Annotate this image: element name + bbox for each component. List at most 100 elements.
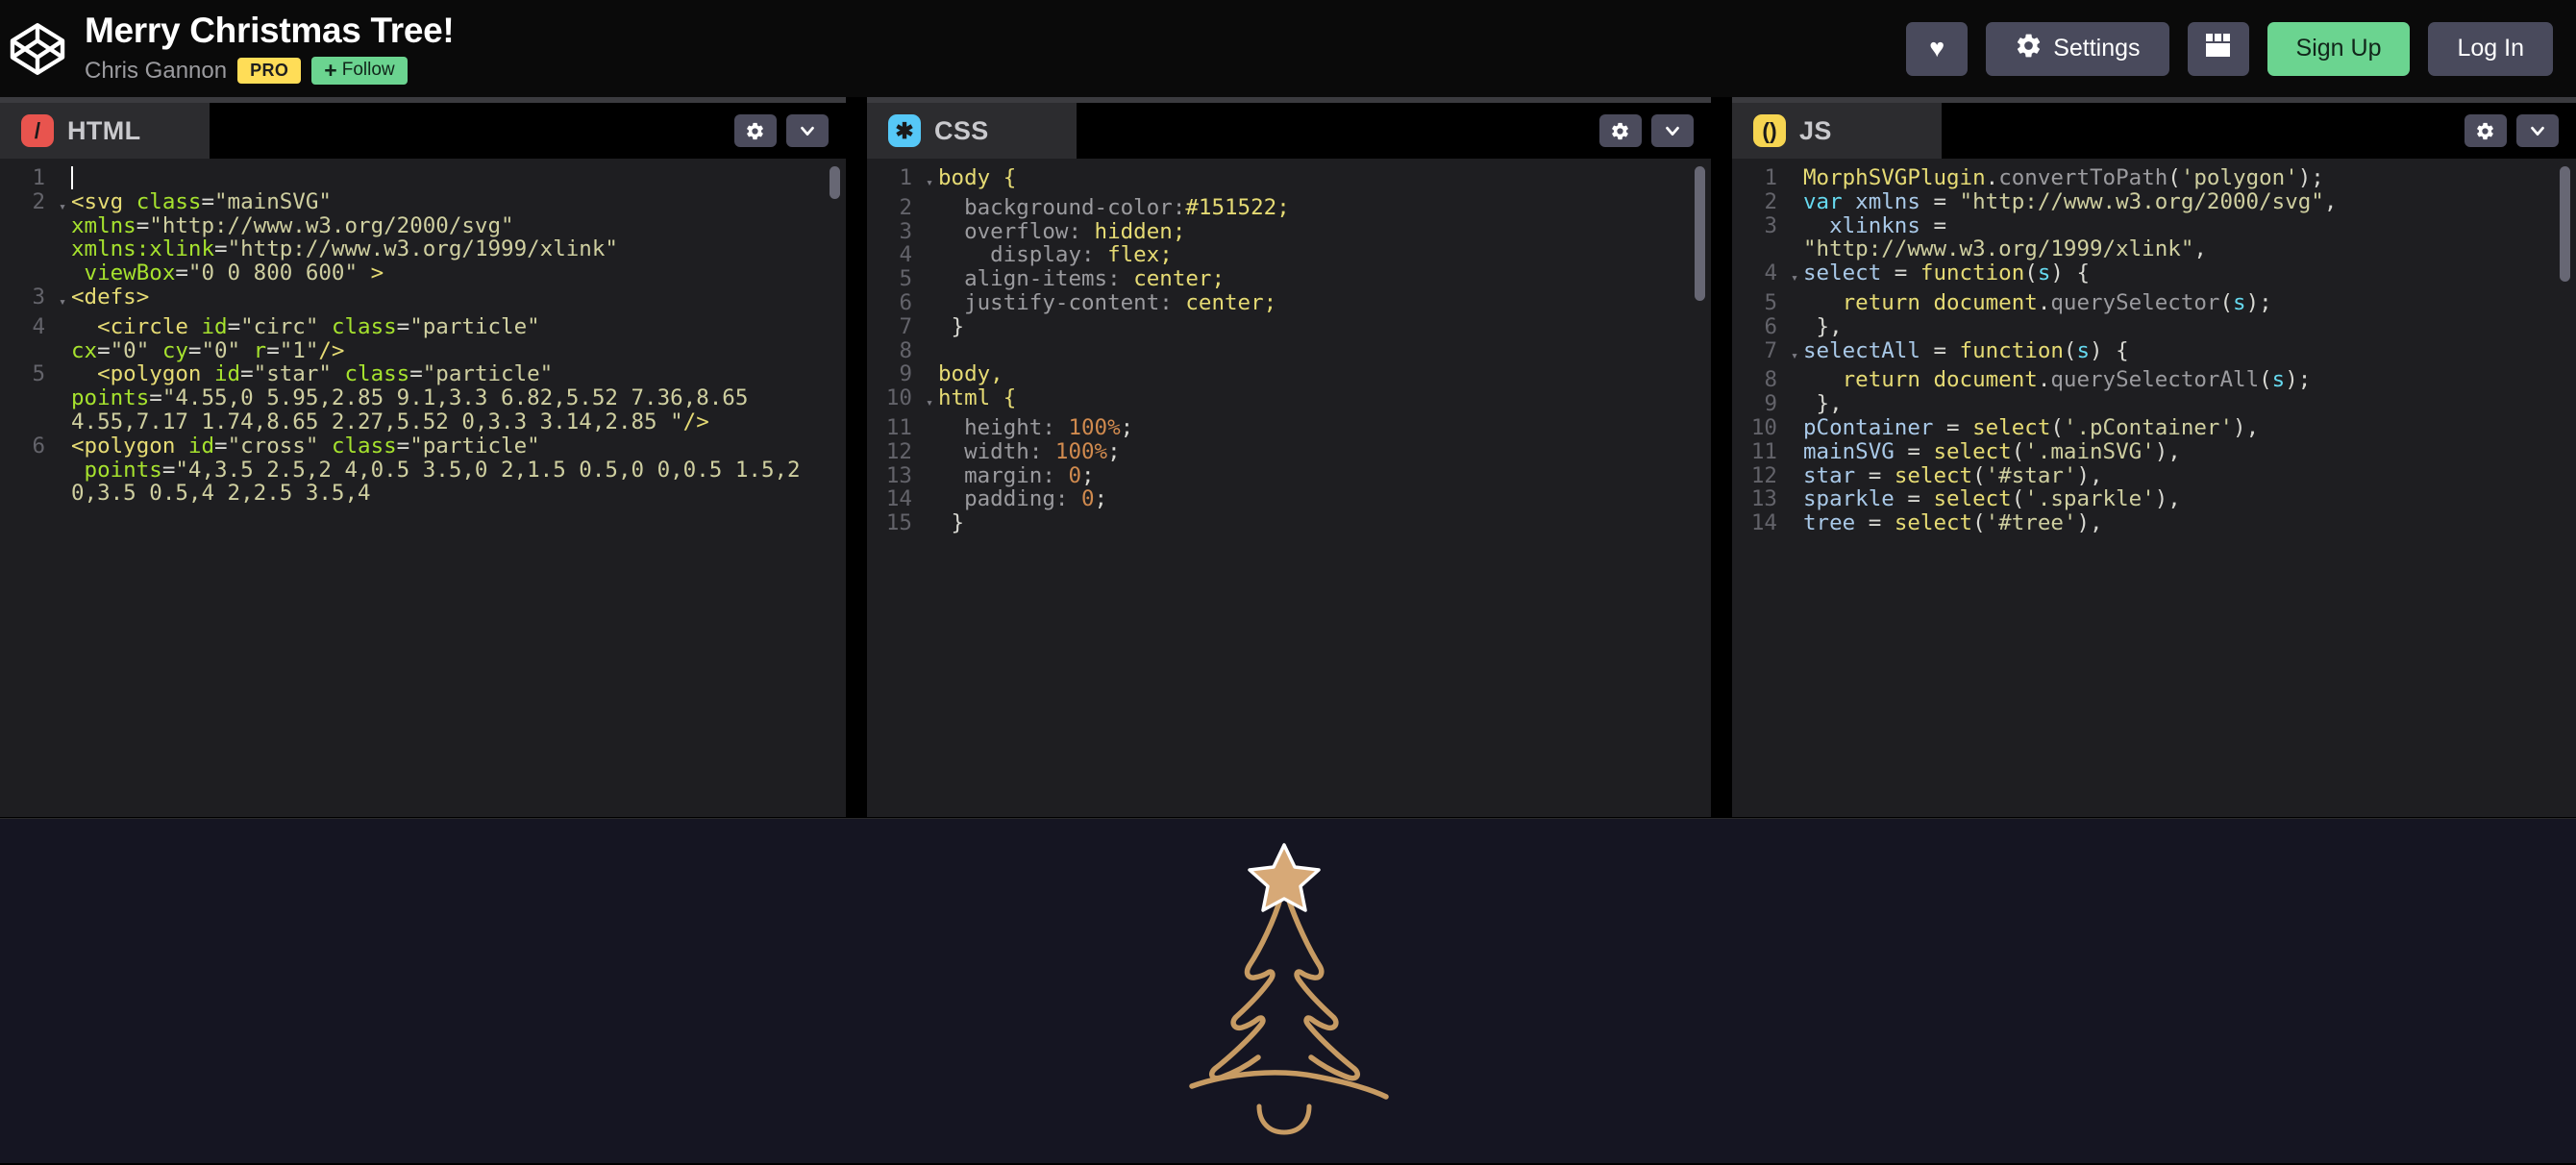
code-line: 6 justify-content: center; [867, 291, 1711, 315]
token: : [1042, 462, 1069, 488]
code-line: 3 overflow: hidden; [867, 218, 1711, 244]
line-number: 11 [885, 414, 912, 440]
line-number: 7 [1764, 337, 1777, 363]
token: hidden; [1094, 218, 1186, 244]
code-text: display: flex; [938, 243, 1711, 267]
token: document [1920, 367, 2038, 393]
tab-js[interactable]: () JS [1731, 103, 1942, 159]
code-line: 7 ▾ selectAll = function(s) { [1732, 337, 2576, 369]
code-text: MorphSVGPlugin.convertToPath('polygon'); [1803, 166, 2576, 190]
follow-button[interactable]: + Follow [311, 57, 408, 85]
love-button[interactable]: ♥ [1906, 21, 1969, 76]
author-link[interactable]: Chris Gannon [85, 59, 227, 83]
css-collapse-button[interactable] [1650, 114, 1694, 147]
fold-toggle-icon [921, 511, 938, 535]
token: = [136, 212, 150, 238]
code-text: selectAll = function(s) { [1803, 337, 2576, 369]
code-line: 9 body, [867, 362, 1711, 386]
token: "http://www.w3.org/2000/svg" [1959, 188, 2324, 214]
code-line: 11 height: 100%; [867, 416, 1711, 440]
fold-toggle-icon [1786, 416, 1803, 440]
fold-toggle-icon[interactable]: ▾ [921, 386, 938, 416]
token: 100% [1054, 438, 1108, 464]
token: ( [2167, 165, 2181, 190]
token: = [1920, 188, 1960, 214]
code-text: pContainer = select('.pContainer'), [1803, 416, 2576, 440]
title-block: Merry Christmas Tree! Chris Gannon PRO +… [85, 12, 455, 85]
token: = [396, 433, 410, 459]
christmas-tree-illustration [1134, 829, 1442, 1160]
settings-button[interactable]: Settings [1986, 21, 2169, 76]
token: > [358, 260, 384, 286]
html-settings-button[interactable] [733, 114, 777, 147]
editor-pane-html: / HTML 1 2 ▾ <svg class="mainSVG" xmlns="ht… [0, 97, 846, 817]
scrollbar-js[interactable] [2559, 166, 2570, 282]
line-number: 10 [1750, 414, 1777, 440]
line-number: 2 [899, 194, 912, 220]
code-text [71, 166, 846, 190]
token: : [1068, 218, 1095, 244]
code-line: 1 [0, 166, 846, 190]
code-text: } [938, 314, 1711, 339]
html-collapse-button[interactable] [785, 114, 829, 147]
fold-toggle-icon[interactable]: ▾ [54, 190, 71, 285]
fold-toggle-icon[interactable]: ▾ [921, 166, 938, 196]
fold-toggle-icon[interactable]: ▾ [54, 285, 71, 315]
token: '#star' [1985, 462, 2077, 488]
token: ) { [2090, 337, 2129, 363]
token: padding [964, 486, 1055, 512]
token: s [2271, 367, 2286, 393]
fold-toggle-icon [1786, 315, 1803, 339]
codepen-logo-icon[interactable] [8, 19, 67, 79]
code-text: return document.querySelectorAll(s); [1803, 368, 2576, 392]
fold-toggle-icon [921, 464, 938, 488]
pane-divider-1[interactable] [845, 97, 867, 817]
pane-header-css: ✱ CSS [866, 103, 1711, 159]
heart-icon: ♥ [1929, 34, 1945, 62]
token: : [1172, 194, 1186, 220]
token: : [1107, 266, 1134, 292]
editor-pane-css: ✱ CSS 1 ▾ body {2 background-color:#151522… [866, 97, 1711, 817]
line-number: 9 [899, 361, 912, 387]
code-text: html { [938, 386, 1711, 416]
code-editor-html[interactable]: 1 2 ▾ <svg class="mainSVG" xmlns="http://ww… [0, 159, 846, 817]
token: ), [2233, 414, 2260, 440]
token: xmlns [71, 212, 136, 238]
token: = [214, 433, 228, 459]
code-text: <polygon id="star" class="particle" poin… [71, 362, 846, 434]
tab-label-html: HTML [67, 115, 141, 145]
fold-toggle-icon[interactable]: ▾ [1786, 339, 1803, 369]
code-text: xlinkns = "http://www.w3.org/1999/xlink"… [1803, 213, 2576, 262]
pane-divider-2[interactable] [1710, 97, 1732, 817]
tab-html[interactable]: / HTML [0, 103, 210, 159]
signup-button[interactable]: Sign Up [2266, 21, 2411, 76]
pen-preview[interactable] [0, 818, 2576, 1163]
line-number: 12 [1750, 462, 1777, 488]
token: "particle" [409, 313, 540, 339]
css-settings-button[interactable] [1598, 114, 1642, 147]
code-editor-css[interactable]: 1 ▾ body {2 background-color:#151522; 3 ove… [866, 159, 1711, 817]
code-text: var xmlns = "http://www.w3.org/2000/svg"… [1803, 188, 2576, 214]
token: }, [1802, 313, 1843, 339]
token: 'polygon' [2180, 165, 2298, 190]
line-number: 2 [32, 188, 45, 214]
token: id [187, 433, 215, 459]
scrollbar-html[interactable] [829, 166, 840, 199]
layout-button[interactable] [2187, 21, 2249, 76]
js-collapse-button[interactable] [2515, 114, 2559, 147]
login-button[interactable]: Log In [2428, 21, 2553, 76]
tab-css[interactable]: ✱ CSS [866, 103, 1077, 159]
token: '.mainSVG' [2024, 438, 2155, 464]
code-editor-js[interactable]: 1 MorphSVGPlugin.convertToPath('polygon')… [1731, 159, 2576, 817]
scrollbar-css[interactable] [1694, 166, 1705, 301]
code-text: margin: 0; [938, 462, 1711, 488]
token: "particle" [422, 361, 554, 387]
fold-toggle-icon[interactable]: ▾ [1786, 261, 1803, 291]
code-line: 13 sparkle = select('.sparkle'), [1732, 487, 2576, 511]
code-text: body { [938, 166, 1711, 196]
js-settings-button[interactable] [2464, 114, 2507, 147]
code-line: 14 padding: 0; [867, 487, 1711, 511]
token: '#tree' [1985, 510, 2077, 536]
